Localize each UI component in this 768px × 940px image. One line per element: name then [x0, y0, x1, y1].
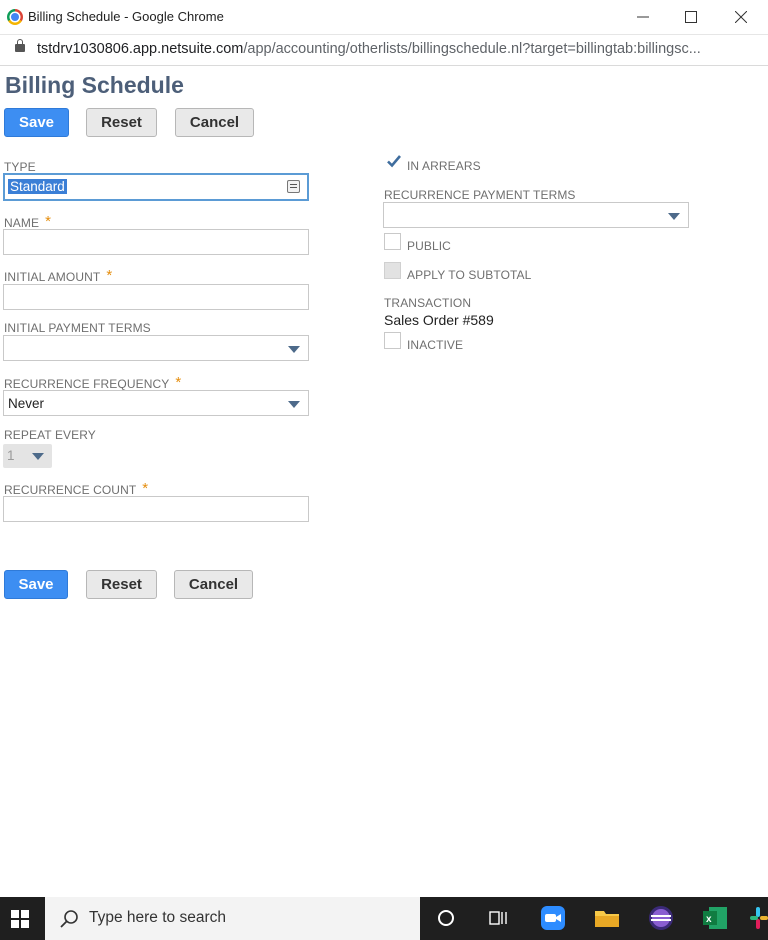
- name-label-text: NAME: [4, 216, 40, 230]
- chrome-logo-icon: [7, 9, 23, 25]
- reset-button-bottom[interactable]: Reset: [86, 570, 157, 599]
- eclipse-app-icon[interactable]: [648, 905, 674, 931]
- search-placeholder: Type here to search: [89, 909, 226, 926]
- initial-payment-terms-label: INITIAL PAYMENT TERMS: [4, 321, 151, 335]
- list-icon[interactable]: [287, 180, 300, 193]
- public-checkbox[interactable]: [384, 233, 401, 250]
- initial-amount-label: INITIAL AMOUNT *: [4, 267, 113, 285]
- dropdown-caret-icon: [668, 213, 680, 220]
- type-label: TYPE: [4, 160, 36, 174]
- page-title: Billing Schedule: [5, 72, 184, 98]
- repeat-every-value: 1: [7, 448, 15, 463]
- zoom-app-icon[interactable]: [540, 905, 566, 931]
- in-arrears-checkbox[interactable]: [386, 153, 402, 169]
- taskbar: Type here to search x: [0, 897, 768, 940]
- cancel-button-top[interactable]: Cancel: [175, 108, 254, 137]
- transaction-label: TRANSACTION: [384, 296, 472, 310]
- minimize-icon: [637, 16, 649, 18]
- slack-app-icon[interactable]: [748, 905, 768, 931]
- recurrence-frequency-label-text: RECURRENCE FREQUENCY: [4, 377, 170, 391]
- dropdown-caret-icon: [288, 401, 300, 408]
- name-input[interactable]: [3, 229, 309, 255]
- apply-to-subtotal-label: APPLY TO SUBTOTAL: [407, 268, 532, 282]
- reset-button-top[interactable]: Reset: [86, 108, 157, 137]
- inactive-checkbox[interactable]: [384, 332, 401, 349]
- initial-amount-input[interactable]: [3, 284, 309, 310]
- cortana-icon[interactable]: [433, 905, 459, 931]
- required-marker: *: [142, 480, 149, 497]
- apply-to-subtotal-checkbox: [384, 262, 401, 279]
- taskbar-search-box[interactable]: Type here to search: [45, 897, 420, 940]
- type-value: Standard: [8, 179, 67, 194]
- cancel-button-bottom[interactable]: Cancel: [174, 570, 253, 599]
- url-text[interactable]: tstdrv1030806.app.netsuite.com/app/accou…: [37, 41, 762, 57]
- initial-payment-terms-select[interactable]: [3, 335, 309, 361]
- repeat-every-label: REPEAT EVERY: [4, 428, 96, 442]
- inactive-label: INACTIVE: [407, 338, 464, 352]
- window-title: Billing Schedule - Google Chrome: [28, 9, 224, 24]
- svg-text:x: x: [706, 914, 712, 925]
- windows-start-icon[interactable]: [11, 910, 29, 928]
- recurrence-count-label-text: RECURRENCE COUNT: [4, 483, 137, 497]
- recurrence-count-input[interactable]: [3, 496, 309, 522]
- maximize-button[interactable]: [668, 0, 714, 34]
- save-button-top[interactable]: Save: [4, 108, 69, 137]
- url-path: /app/accounting/otherlists/billingschedu…: [243, 41, 701, 57]
- repeat-every-select[interactable]: 1: [3, 444, 52, 468]
- lock-icon: [15, 39, 25, 52]
- recurrence-payment-terms-select[interactable]: [383, 202, 689, 228]
- save-button-bottom[interactable]: Save: [4, 570, 68, 599]
- file-explorer-icon[interactable]: [594, 905, 620, 931]
- recurrence-frequency-select[interactable]: Never: [3, 390, 309, 416]
- maximize-icon: [685, 11, 697, 23]
- required-marker: *: [45, 213, 52, 230]
- task-view-icon[interactable]: [485, 905, 511, 931]
- required-marker: *: [175, 374, 182, 391]
- search-icon: [60, 910, 78, 928]
- transaction-value: Sales Order #589: [384, 312, 494, 328]
- type-select[interactable]: Standard: [3, 173, 309, 201]
- window-titlebar: Billing Schedule - Google Chrome: [0, 0, 768, 35]
- recurrence-payment-terms-label: RECURRENCE PAYMENT TERMS: [384, 188, 576, 202]
- public-label: PUBLIC: [407, 239, 451, 253]
- required-marker: *: [106, 267, 113, 284]
- dropdown-caret-icon: [32, 453, 44, 460]
- close-button[interactable]: [718, 0, 764, 34]
- initial-amount-label-text: INITIAL AMOUNT: [4, 270, 101, 284]
- address-bar[interactable]: tstdrv1030806.app.netsuite.com/app/accou…: [0, 35, 768, 66]
- excel-app-icon[interactable]: x: [702, 905, 728, 931]
- url-host: tstdrv1030806.app.netsuite.com: [37, 41, 244, 57]
- in-arrears-label: IN ARREARS: [407, 159, 481, 173]
- dropdown-caret-icon: [288, 346, 300, 353]
- minimize-button[interactable]: [620, 0, 666, 34]
- recurrence-frequency-value: Never: [8, 396, 45, 411]
- close-icon: [735, 11, 747, 23]
